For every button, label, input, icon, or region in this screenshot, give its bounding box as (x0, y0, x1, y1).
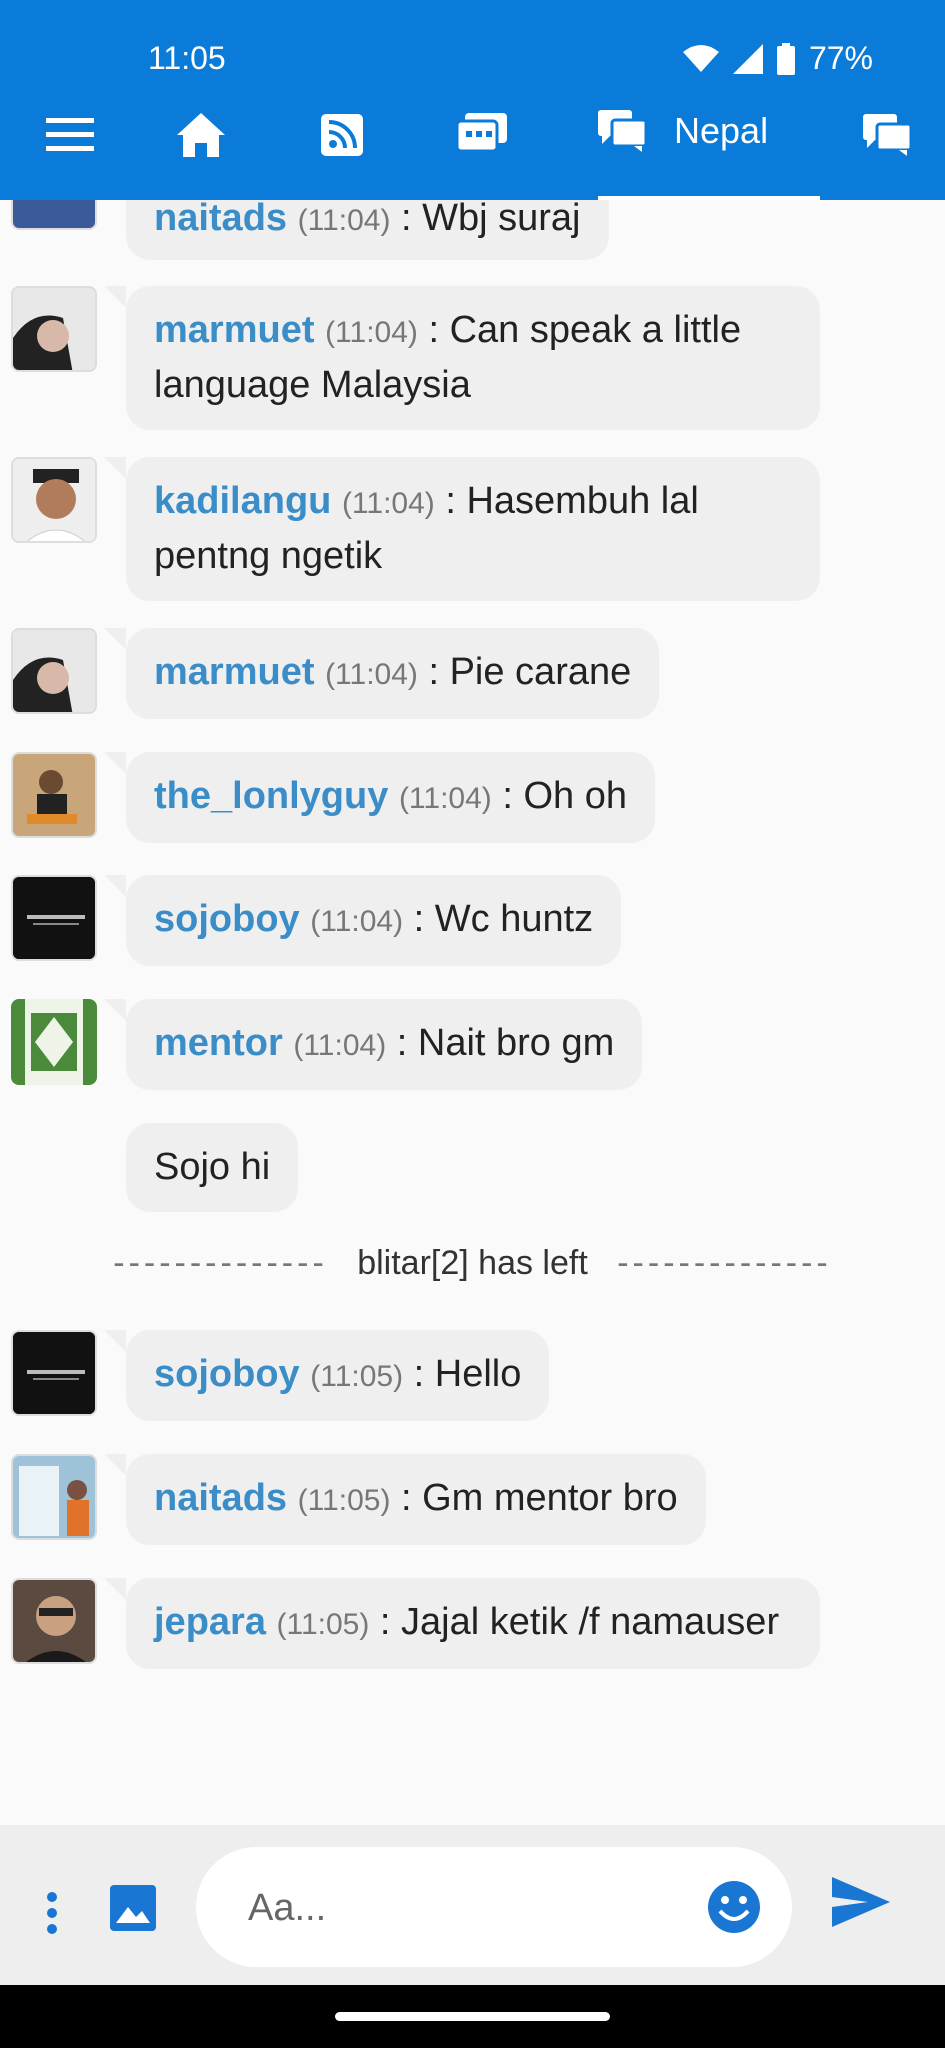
username[interactable]: sojoboy (154, 1353, 300, 1395)
message-time: (11:04) (325, 316, 418, 349)
avatar[interactable] (11, 286, 97, 372)
username[interactable]: naitads (154, 200, 287, 239)
private-chat-icon[interactable] (852, 100, 922, 170)
message-text: Hello (434, 1353, 522, 1395)
message-time: (11:05) (276, 1608, 370, 1641)
avatar[interactable] (11, 457, 97, 543)
tab-nepal[interactable]: Nepal (598, 100, 820, 200)
home-icon[interactable] (166, 100, 236, 170)
avatar[interactable] (11, 200, 97, 230)
avatar[interactable] (11, 1454, 97, 1540)
message-bubble[interactable]: jepara (11:05) : Jajal ketik /f namauser (104, 1578, 820, 1669)
message-bubble[interactable]: marmuet (11:04) : Can speak a little lan… (104, 286, 820, 430)
home-handle[interactable] (335, 2012, 610, 2021)
chat-list[interactable]: naitads (11:04) : Wbj suraj marmuet (11:… (0, 200, 945, 1825)
more-vert-icon (47, 1892, 57, 1934)
avatar[interactable] (11, 1578, 97, 1664)
message-time: (11:04) (341, 487, 435, 520)
message-bubble[interactable]: kadilangu (11:04) : Hasembuh lal pentng … (104, 457, 820, 601)
system-notice: -------------- blitar[2] has left ------… (0, 1244, 945, 1283)
avatar[interactable] (11, 752, 97, 838)
app-header: 11:05 77% Nepal (0, 0, 945, 200)
message-input-wrapper (196, 1847, 792, 1967)
send-button[interactable] (832, 1877, 896, 1941)
message-text: Gm mentor bro (422, 1477, 678, 1519)
avatar[interactable] (11, 999, 97, 1085)
smiley-icon (708, 1881, 760, 1933)
clock: 11:05 (148, 40, 226, 76)
message-bubble[interactable]: marmuet (11:04) : Pie carane (103, 628, 660, 719)
message-input[interactable] (246, 1877, 690, 1939)
message-text: Pie carane (449, 651, 632, 693)
divider: -------------- (113, 1244, 328, 1282)
message-time: (11:05) (310, 1360, 404, 1393)
feed-icon[interactable] (307, 100, 377, 170)
divider: -------------- (617, 1244, 832, 1282)
chat-icon (598, 110, 648, 156)
message-time: (11:05) (297, 1484, 391, 1517)
menu-icon[interactable] (35, 100, 105, 170)
avatar[interactable] (11, 875, 97, 961)
username[interactable]: sojoboy (154, 898, 300, 940)
username[interactable]: naitads (154, 1477, 287, 1519)
status-bar: 11:05 77% (0, 36, 945, 86)
message-text: Wc huntz (434, 898, 594, 940)
send-icon (832, 1877, 890, 1927)
battery-level: 77% (808, 40, 873, 76)
nav-bar: Nepal (0, 100, 945, 200)
message-text: Jajal ketik /f namauser (401, 1601, 780, 1643)
avatar[interactable] (11, 628, 97, 714)
message-bubble[interactable]: the_lonlyguy (11:04) : Oh oh (104, 752, 655, 843)
message-composer (0, 1825, 945, 1985)
message-bubble[interactable]: naitads (11:04) : Wbj suraj (126, 200, 609, 260)
username[interactable]: the_lonlyguy (154, 775, 388, 817)
message-bubble[interactable]: sojoboy (11:05) : Hello (103, 1330, 550, 1421)
message-time: (11:04) (325, 658, 418, 691)
message-bubble[interactable]: mentor (11:04) : Nait bro gm (103, 999, 643, 1090)
username[interactable]: marmuet (154, 309, 315, 351)
more-options-button[interactable] (34, 1883, 70, 1943)
message-text: Wbj suraj (422, 200, 581, 239)
system-text: blitar[2] has left (357, 1244, 588, 1282)
message-bubble[interactable]: sojoboy (11:04) : Wc huntz (103, 875, 622, 966)
username[interactable]: marmuet (154, 651, 315, 693)
username[interactable]: kadilangu (154, 480, 331, 522)
message-time: (11:04) (398, 782, 492, 815)
message-bubble[interactable]: Sojo hi (126, 1123, 299, 1212)
image-icon (110, 1885, 156, 1931)
battery-icon (776, 42, 795, 75)
system-nav-bar (0, 1985, 945, 2048)
username[interactable]: mentor (154, 1022, 283, 1064)
message-text: Sojo hi (154, 1146, 271, 1188)
rooms-icon[interactable] (447, 100, 517, 170)
message-text: Oh oh (523, 775, 627, 817)
status-icons: 77% (682, 40, 873, 77)
message-text: Nait bro gm (417, 1022, 615, 1064)
wifi-icon (682, 44, 719, 72)
message-time: (11:04) (310, 905, 404, 938)
username[interactable]: jepara (154, 1601, 266, 1643)
tab-label: Nepal (674, 110, 769, 151)
avatar[interactable] (11, 1330, 97, 1416)
message-time: (11:04) (297, 204, 391, 237)
message-time: (11:04) (293, 1029, 387, 1062)
image-upload-button[interactable] (108, 1883, 168, 1943)
message-bubble[interactable]: naitads (11:05) : Gm mentor bro (104, 1454, 706, 1545)
emoji-button[interactable] (706, 1879, 762, 1935)
signal-icon (732, 43, 763, 74)
